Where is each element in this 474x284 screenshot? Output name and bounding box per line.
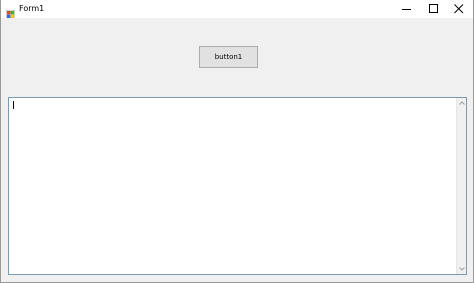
scroll-up-arrow-icon[interactable] xyxy=(458,99,466,107)
maximize-button[interactable] xyxy=(420,0,448,18)
vertical-scrollbar[interactable] xyxy=(456,98,466,274)
text-caret xyxy=(13,101,14,109)
minimize-icon xyxy=(402,9,411,10)
form1-window: Form1 button1 xyxy=(0,0,474,283)
form-client-area: button1 xyxy=(1,18,473,282)
maximize-icon xyxy=(429,4,438,13)
scroll-down-arrow-icon[interactable] xyxy=(458,265,466,273)
winforms-app-icon[interactable] xyxy=(5,4,16,20)
minimize-button[interactable] xyxy=(393,0,421,18)
window-title: Form1 xyxy=(19,4,45,13)
close-icon xyxy=(454,4,464,14)
close-button[interactable] xyxy=(445,0,473,18)
title-bar[interactable]: Form1 xyxy=(1,0,473,20)
button1[interactable]: button1 xyxy=(199,46,258,68)
multiline-textbox[interactable] xyxy=(8,97,467,275)
